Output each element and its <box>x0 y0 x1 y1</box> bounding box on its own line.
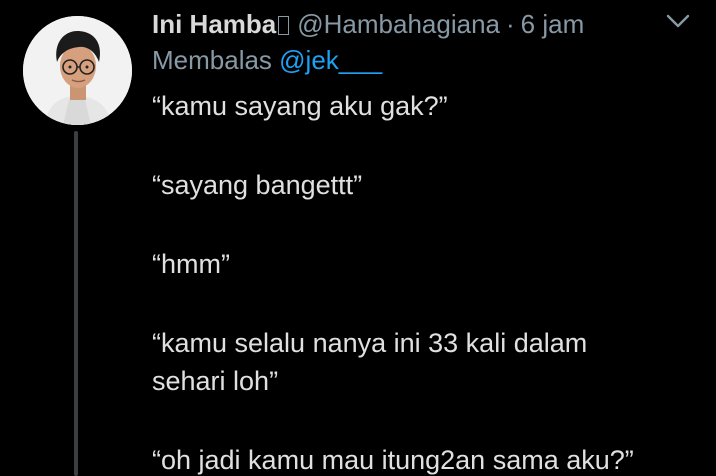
chevron-down-icon[interactable] <box>665 11 691 31</box>
tweet-line: “oh jadi kamu mau itung2an sama aku?” <box>152 445 634 475</box>
display-name[interactable]: Ini Hamba <box>152 9 276 40</box>
tweet-line: “kamu selalu nanya ini 33 kali dalam <box>152 328 588 358</box>
tweet-line: “hmm” <box>152 249 230 279</box>
unknown-glyph-icon <box>278 15 290 35</box>
tweet-line: “kamu sayang aku gak?” <box>152 91 448 121</box>
tweet-header: Ini Hamba @Hambahagiana · 6 jam <box>152 6 584 42</box>
profile-photo-icon <box>23 16 132 125</box>
reply-prefix: Membalas <box>152 45 280 75</box>
timestamp[interactable]: 6 jam <box>521 9 585 40</box>
user-handle[interactable]: @Hambahagiana <box>297 9 500 40</box>
separator-dot: · <box>506 8 515 39</box>
tweet-line: “sayang bangettt” <box>152 170 363 200</box>
reply-mention-link[interactable]: @jek___ <box>279 45 382 75</box>
thread-connector-line <box>74 131 78 476</box>
avatar[interactable] <box>23 16 132 125</box>
reply-context: Membalas @jek___ <box>152 45 382 76</box>
tweet-line: sehari loh” <box>152 366 279 396</box>
